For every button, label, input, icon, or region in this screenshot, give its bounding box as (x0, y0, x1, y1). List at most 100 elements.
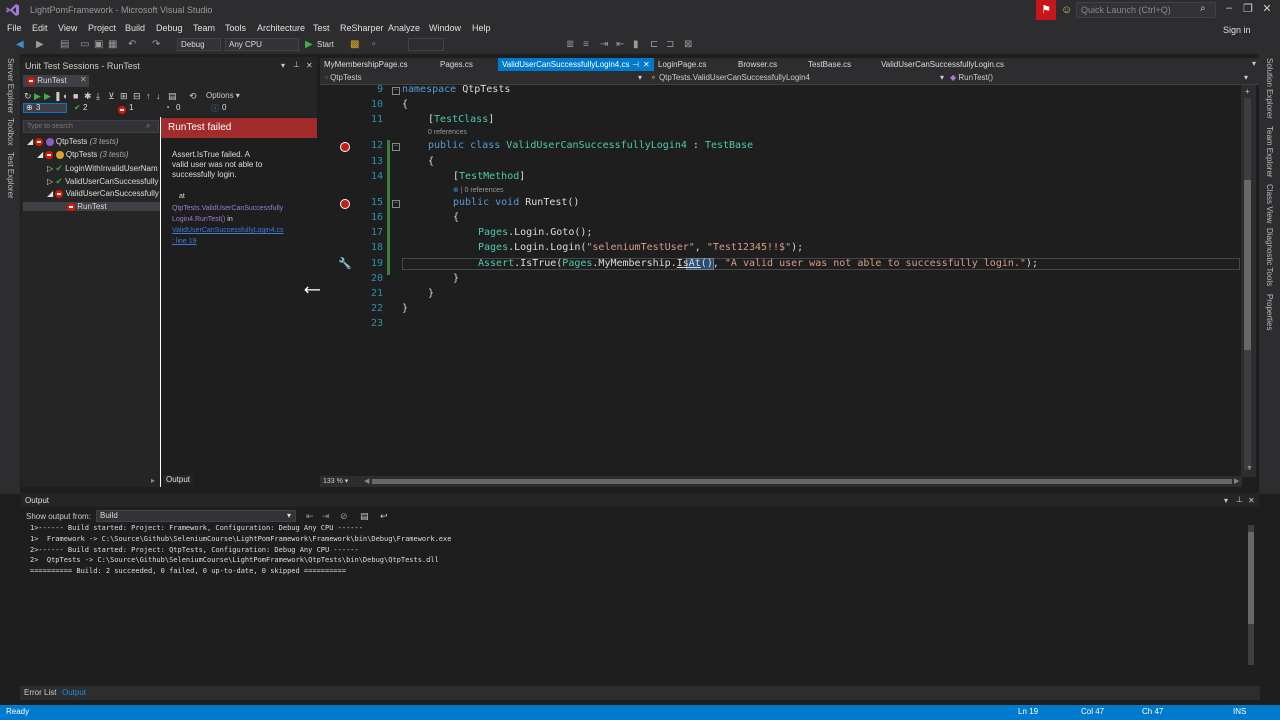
toolbox-tab[interactable]: Toolbox (6, 118, 15, 146)
scroll-left-icon[interactable]: ◀ (364, 477, 369, 485)
expand-arrow-icon[interactable]: ◢ (47, 189, 53, 198)
quick-action-icon[interactable]: 🔧 (338, 257, 352, 270)
next-bookmark-icon[interactable]: ⊐ (666, 39, 674, 50)
dropdown-icon[interactable]: ▾ (1244, 73, 1248, 82)
notification-flag-icon[interactable]: ⚑ (1036, 0, 1056, 20)
team-explorer-tab[interactable]: Team Explorer (1265, 126, 1274, 178)
refresh-icon[interactable]: ↻ (24, 91, 32, 102)
menu-architecture[interactable]: Architecture (257, 23, 305, 33)
close-tab-icon[interactable]: ✕ (80, 75, 87, 84)
menu-help[interactable]: Help (472, 23, 491, 33)
options-icon[interactable]: ⟲ (189, 91, 197, 102)
failed-count-icon[interactable] (118, 104, 126, 114)
stack-file-link[interactable]: ValidUserCanSuccessfullyLogin4.cs (172, 227, 284, 234)
bookmark-icon[interactable]: ▮ (633, 39, 639, 50)
code-lens-references[interactable]: 0 references (428, 129, 467, 136)
menu-debug[interactable]: Debug (156, 23, 183, 33)
group-icon[interactable]: ▤ (168, 91, 177, 102)
save-icon[interactable]: ▣ (94, 39, 103, 50)
find-message-icon[interactable]: ⊘ (340, 511, 348, 522)
back-icon[interactable]: ◀ (16, 39, 24, 50)
search-icon[interactable]: ⌕ (146, 121, 150, 131)
tab-overflow-icon[interactable]: ▾ (1252, 59, 1256, 68)
tree-item-test[interactable]: ◢ ValidUserCanSuccessfully (47, 189, 159, 198)
expand-arrow-icon[interactable]: ▷ (47, 164, 53, 173)
start-button[interactable]: Start (317, 40, 334, 49)
tree-item-test[interactable]: ▷ ✔ LoginWithInvalidUserNam (47, 163, 158, 174)
maximize-icon[interactable]: ❐ (1241, 2, 1255, 15)
scroll-right-icon[interactable]: ▸ (151, 476, 155, 485)
start-icon[interactable]: ▶ (305, 39, 313, 50)
editor-horizontal-scrollbar[interactable] (372, 479, 1232, 484)
scroll-right-icon[interactable]: ▶ (1234, 477, 1239, 485)
toolbar-combo[interactable] (408, 38, 444, 51)
menu-project[interactable]: Project (88, 23, 116, 33)
tree-item-test[interactable]: ▷ ✔ ValidUserCanSuccessfully (47, 176, 158, 187)
redo-icon[interactable]: ↷ (152, 39, 160, 50)
new-project-icon[interactable]: ▤ (60, 39, 69, 50)
zoom-level[interactable]: 133 % ▾ (323, 477, 348, 485)
dropdown-icon[interactable]: ▾ (1224, 496, 1228, 505)
doc-tab-active[interactable]: ValidUserCanSuccessfullyLogin4.cs ⊣ ✕ (498, 58, 654, 71)
stack-line-link[interactable]: : line 19 (172, 238, 197, 245)
menu-file[interactable]: File (7, 23, 22, 33)
ignored-icon[interactable]: ◔ (165, 103, 170, 112)
diagnostic-tools-tab[interactable]: Diagnostic Tools (1265, 228, 1274, 286)
info-icon[interactable]: ⓘ (211, 103, 219, 114)
collapse-region-icon[interactable]: − (392, 200, 400, 208)
doc-tab[interactable]: MyMembershipPage.cs (320, 58, 420, 71)
quick-launch-input[interactable]: Quick Launch (Ctrl+Q) (1076, 2, 1216, 18)
forward-icon[interactable]: ▶ (36, 39, 44, 50)
prev-message-icon[interactable]: ⇤ (306, 511, 314, 522)
doc-tab[interactable]: LoginPage.cs (654, 58, 714, 71)
menu-test[interactable]: Test (313, 23, 330, 33)
toolbar-tool-icon[interactable]: ▫ (372, 39, 376, 50)
doc-tab[interactable]: TestBase.cs (804, 58, 860, 71)
outdent-icon[interactable]: ⇤ (616, 39, 624, 50)
member-nav[interactable]: ◆ RunTest() (950, 73, 993, 82)
save-all-icon[interactable]: ▦ (108, 39, 117, 50)
server-explorer-tab[interactable]: Server Explorer (6, 58, 15, 114)
configuration-dropdown[interactable]: Debug (177, 38, 221, 51)
filter-icon[interactable]: ⊻ (108, 91, 115, 102)
menu-window[interactable]: Window (429, 23, 461, 33)
menu-resharper[interactable]: ReSharper (340, 23, 384, 33)
expand-icon[interactable]: ⊞ (120, 91, 128, 102)
run-all-icon[interactable]: ▶ (44, 91, 51, 102)
tab-output[interactable]: Output (62, 688, 86, 697)
feedback-smiley-icon[interactable]: ☺ (1061, 4, 1072, 16)
pin-icon[interactable]: ⊥ (1236, 495, 1243, 504)
editor-scroll-thumb[interactable] (1244, 180, 1251, 350)
tree-item-namespace[interactable]: ◢ QtpTests (3 tests) (37, 150, 129, 159)
class-nav[interactable]: ⚬ QtpTests.ValidUserCanSuccessfullyLogin… (650, 73, 810, 82)
dropdown-icon[interactable]: ▾ (940, 73, 944, 82)
attach-icon[interactable]: ▩ (350, 39, 359, 50)
scroll-down-icon[interactable]: ▼ (1246, 465, 1253, 472)
menu-tools[interactable]: Tools (225, 23, 246, 33)
comment-icon[interactable]: ≣ (566, 39, 574, 50)
export-icon[interactable]: ⤓ (96, 91, 100, 102)
expand-arrow-icon[interactable]: ▷ (47, 177, 53, 186)
menu-analyze[interactable]: Analyze (388, 23, 420, 33)
output-scroll-thumb[interactable] (1248, 532, 1254, 624)
doc-tab[interactable]: Browser.cs (734, 58, 784, 71)
collapse-region-icon[interactable]: − (392, 87, 400, 95)
indent-icon[interactable]: ⇥ (600, 39, 608, 50)
next-message-icon[interactable]: ⇥ (322, 511, 330, 522)
menu-team[interactable]: Team (193, 23, 215, 33)
properties-tab[interactable]: Properties (1265, 294, 1274, 330)
failed-test-marker-icon[interactable] (340, 199, 350, 209)
pin-tab-icon[interactable]: ⊣ (632, 58, 639, 71)
dropdown-icon[interactable]: ▾ (281, 61, 285, 70)
platform-dropdown[interactable]: Any CPU (225, 38, 299, 51)
test-search-input[interactable]: Type to search (23, 120, 159, 133)
expand-arrow-icon[interactable]: ◢ (37, 150, 43, 159)
run-icon[interactable]: ▶ (34, 91, 41, 102)
menu-edit[interactable]: Edit (32, 23, 48, 33)
previous-icon[interactable]: ↑ (146, 91, 151, 101)
close-panel-icon[interactable]: ✕ (306, 61, 313, 70)
solution-explorer-tab[interactable]: Solution Explorer (1265, 58, 1274, 119)
menu-build[interactable]: Build (125, 23, 145, 33)
uncomment-icon[interactable]: ≡ (583, 39, 589, 50)
collapse-icon[interactable]: ⊟ (133, 91, 141, 102)
